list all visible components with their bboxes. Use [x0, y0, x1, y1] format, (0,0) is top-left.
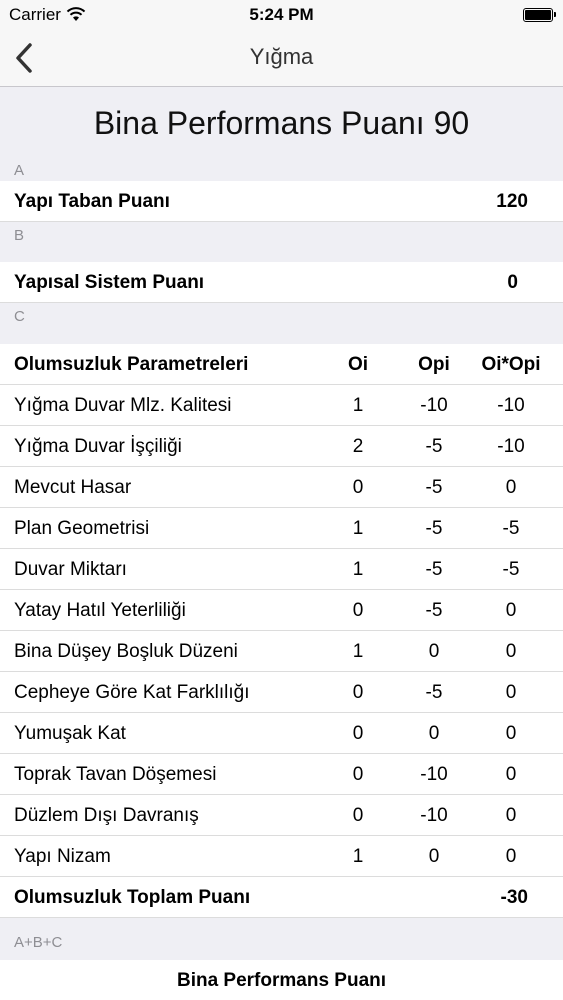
nav-title: Yığma	[249, 44, 314, 69]
table-row: Bina Düşey Boşluk Düzeni 1 0 0	[0, 631, 563, 672]
base-score-row: Yapı Taban Puanı 120	[0, 181, 563, 222]
building-performance-label: Bina Performans Puanı	[176, 970, 387, 991]
column-product-header: Oi*Opi	[481, 354, 541, 375]
section-header-c: C	[14, 308, 25, 325]
performance-score-title: Bina Performans Puanı 90	[93, 105, 470, 141]
negative-total-label: Olumsuzluk Toplam Puanı	[14, 887, 251, 908]
negative-total-row: Olumsuzluk Toplam Puanı -30	[0, 877, 563, 918]
section-header-abc: A+B+C	[14, 934, 63, 951]
section-header-b: B	[14, 227, 25, 244]
table-row: Düzlem Dışı Davranış 0 -10 0	[0, 795, 563, 836]
base-score-value: 120	[496, 191, 528, 212]
base-score-label: Yapı Taban Puanı	[14, 191, 170, 212]
table-row: Yığma Duvar İşçiliği 2 -5 -10	[0, 426, 563, 467]
column-name-header: Olumsuzluk Parametreleri	[14, 354, 249, 375]
column-oi-header: Oi	[347, 354, 369, 375]
table-row: Yatay Hatıl Yeterliliği 0 -5 0	[0, 590, 563, 631]
building-performance-footer: Bina Performans Puanı	[0, 960, 563, 1000]
table-row: Yığma Duvar Mlz. Kalitesi 1 -10 -10	[0, 385, 563, 426]
status-time: 5:24 PM	[249, 5, 314, 24]
status-bar: Carrier 5:24 PM	[0, 0, 563, 30]
table-row: Cepheye Göre Kat Farklılığı 0 -5 0	[0, 672, 563, 713]
table-header-row: Olumsuzluk Parametreleri Oi Opi Oi*Opi	[0, 344, 563, 385]
battery-icon	[523, 8, 556, 22]
table-row: Yumuşak Kat 0 0 0	[0, 713, 563, 754]
negative-total-value: -30	[500, 887, 528, 908]
table-row: Plan Geometrisi 1 -5 -5	[0, 508, 563, 549]
navigation-bar: Yığma	[0, 30, 563, 87]
table-row: Mevcut Hasar 0 -5 0	[0, 467, 563, 508]
structural-system-label: Yapısal Sistem Puanı	[14, 272, 205, 293]
section-header-a: A	[14, 162, 25, 179]
column-opi-header: Opi	[418, 354, 450, 375]
structural-system-row: Yapısal Sistem Puanı 0	[0, 262, 563, 303]
table-row: Toprak Tavan Döşemesi 0 -10 0	[0, 754, 563, 795]
structural-system-value: 0	[507, 272, 518, 293]
table-row: Yapı Nizam 1 0 0	[0, 836, 563, 877]
table-row: Duvar Miktarı 1 -5 -5	[0, 549, 563, 590]
